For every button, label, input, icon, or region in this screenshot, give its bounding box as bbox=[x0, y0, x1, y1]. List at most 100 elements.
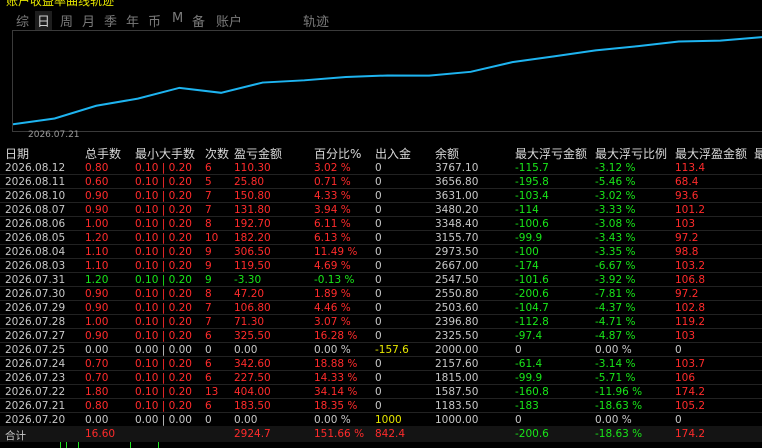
cell-0: 2026.07.22 bbox=[5, 386, 66, 398]
cell-2: 0.10 | 0.20 bbox=[135, 246, 192, 258]
table-row[interactable]: 2026.07.31 1.20 0.10 | 0.20 9 -3.30 -0.13 % 0 2… bbox=[0, 273, 762, 287]
table-row[interactable]: 2026.07.25 0.00 0.00 | 0.00 0 0.00 0.00 % -157… bbox=[0, 343, 762, 357]
table-row[interactable]: 2026.08.04 1.10 0.10 | 0.20 9 306.50 11.49 % 0… bbox=[0, 245, 762, 259]
period-tab-7[interactable]: M bbox=[172, 11, 183, 26]
period-tab-0[interactable]: 综 bbox=[16, 11, 29, 30]
table-row[interactable]: 2026.07.23 0.70 0.10 | 0.20 6 227.50 14.33 % 0… bbox=[0, 371, 762, 385]
cell-0: 2026.07.31 bbox=[5, 274, 66, 286]
column-header-1[interactable]: 总手数 bbox=[85, 145, 121, 162]
cell-1: 1.00 bbox=[85, 316, 109, 328]
period-tab-3[interactable]: 月 bbox=[82, 11, 95, 30]
cell-3: 7 bbox=[205, 190, 212, 202]
cell-7: 2973.50 bbox=[435, 246, 479, 258]
cell-8: -100 bbox=[515, 246, 539, 258]
equity-point-17 bbox=[719, 39, 722, 42]
cell-4: 150.80 bbox=[234, 190, 271, 202]
table-row[interactable]: 2026.07.28 1.00 0.10 | 0.20 7 71.30 3.07 % 0 23… bbox=[0, 315, 762, 329]
cell-5: 4.69 % bbox=[314, 260, 351, 272]
table-row[interactable]: 2026.07.29 0.90 0.10 | 0.20 7 106.80 4.46 % 0 2… bbox=[0, 301, 762, 315]
cell-5: 1.89 % bbox=[314, 288, 351, 300]
cell-9: 0.00 % bbox=[595, 414, 632, 426]
table-row[interactable]: 2026.07.24 0.70 0.10 | 0.20 6 342.60 18.88 % 0… bbox=[0, 357, 762, 371]
table-row[interactable]: 2026.07.21 0.80 0.10 | 0.20 6 183.50 18.35 % 0… bbox=[0, 399, 762, 413]
cell-1: 0.80 bbox=[85, 400, 109, 412]
cell-7: 1000.00 bbox=[435, 414, 479, 426]
table-row[interactable]: 2026.07.27 0.90 0.10 | 0.20 6 325.50 16.28 % 0… bbox=[0, 329, 762, 343]
cell-4: 47.20 bbox=[234, 288, 265, 300]
cell-7: 2396.80 bbox=[435, 316, 479, 328]
table-row[interactable]: 2026.07.20 0.00 0.00 | 0.00 0 0.00 0.00 % 1000… bbox=[0, 413, 762, 427]
cell-10: 103.7 bbox=[675, 358, 706, 370]
cell-1: 0.00 bbox=[85, 414, 109, 426]
cell-10: 119.2 bbox=[675, 316, 706, 328]
column-header-3[interactable]: 次数 bbox=[205, 145, 229, 162]
column-header-5[interactable]: 百分比% bbox=[314, 145, 361, 162]
column-header-9[interactable]: 最大浮亏比例 bbox=[595, 145, 667, 162]
table-row[interactable]: 2026.08.07 0.90 0.10 | 0.20 7 131.80 3.94 % 0 3… bbox=[0, 203, 762, 217]
equity-point-15 bbox=[636, 45, 638, 48]
cell-8: -114 bbox=[515, 204, 539, 216]
cell-8: -103.4 bbox=[515, 190, 549, 202]
column-header-0[interactable]: 日期 bbox=[5, 145, 29, 162]
table-row[interactable]: 2026.07.30 0.90 0.10 | 0.20 8 47.20 1.89 % 0 25… bbox=[0, 287, 762, 301]
cell-5: 3.07 % bbox=[314, 316, 351, 328]
table-row[interactable]: 2026.08.05 1.20 0.10 | 0.20 10 182.20 6.13 % 0… bbox=[0, 231, 762, 245]
cell-6: 1000 bbox=[375, 414, 402, 426]
period-tab-5[interactable]: 年 bbox=[126, 11, 139, 30]
table-row[interactable]: 2026.08.12 0.80 0.10 | 0.20 6 110.30 3.02 % 0 3… bbox=[0, 161, 762, 175]
period-tab-1[interactable]: 日 bbox=[35, 11, 53, 30]
cell-9: -3.35 % bbox=[595, 246, 636, 258]
column-header-2[interactable]: 最小大手数 bbox=[135, 145, 195, 162]
total-cell-10: 174.2 bbox=[675, 428, 706, 440]
cell-5: 3.02 % bbox=[314, 162, 351, 174]
cell-2: 0.10 | 0.20 bbox=[135, 260, 192, 272]
period-tab-2[interactable]: 周 bbox=[60, 11, 73, 30]
cell-0: 2026.08.05 bbox=[5, 232, 66, 244]
cell-8: -183 bbox=[515, 400, 539, 412]
equity-curve-chart bbox=[12, 30, 762, 132]
cell-4: 119.50 bbox=[234, 260, 271, 272]
cell-8: -160.8 bbox=[515, 386, 549, 398]
equity-point-16 bbox=[677, 40, 680, 43]
table-row[interactable]: 2026.07.22 1.80 0.10 | 0.20 13 404.00 34.14 %… bbox=[0, 385, 762, 399]
period-tab-6[interactable]: 币 bbox=[148, 11, 161, 30]
table-row[interactable]: 2026.08.11 0.60 0.10 | 0.20 5 25.80 0.71 % 0 36… bbox=[0, 175, 762, 189]
cell-6: 0 bbox=[375, 176, 382, 188]
cell-7: 3767.10 bbox=[435, 162, 479, 174]
column-header-11[interactable]: 最 bbox=[754, 145, 762, 162]
column-header-7[interactable]: 余额 bbox=[435, 145, 459, 162]
cell-9: -6.67 % bbox=[595, 260, 636, 272]
cell-9: -3.92 % bbox=[595, 274, 636, 286]
cell-0: 2026.08.03 bbox=[5, 260, 66, 272]
cell-5: 0.00 % bbox=[314, 344, 351, 356]
cell-3: 6 bbox=[205, 400, 212, 412]
cell-3: 8 bbox=[205, 218, 212, 230]
cell-6: 0 bbox=[375, 162, 382, 174]
cell-6: 0 bbox=[375, 288, 382, 300]
cell-8: -200.6 bbox=[515, 288, 549, 300]
total-cell-0: 合计 bbox=[5, 430, 26, 442]
table-row[interactable]: 2026.08.06 1.00 0.10 | 0.20 8 192.70 6.11 % 0 3… bbox=[0, 217, 762, 231]
cell-9: -5.46 % bbox=[595, 176, 636, 188]
column-header-4[interactable]: 盈亏金额 bbox=[234, 145, 282, 162]
cell-7: 2547.50 bbox=[435, 274, 479, 286]
period-tab-4[interactable]: 季 bbox=[104, 11, 117, 30]
cell-8: -99.9 bbox=[515, 232, 543, 244]
cell-2: 0.10 | 0.20 bbox=[135, 372, 192, 384]
period-tab-8[interactable]: 备 bbox=[192, 11, 205, 30]
cell-9: -18.63 % bbox=[595, 400, 643, 412]
table-row[interactable]: 2026.08.10 0.90 0.10 | 0.20 7 150.80 4.33 % 0 3… bbox=[0, 189, 762, 203]
cell-10: 103 bbox=[675, 218, 696, 230]
cell-7: 3631.00 bbox=[435, 190, 479, 202]
equity-point-3 bbox=[137, 97, 139, 100]
cell-7: 3348.40 bbox=[435, 218, 479, 230]
cell-10: 101.2 bbox=[675, 204, 706, 216]
equity-point-14 bbox=[594, 49, 597, 52]
column-header-10[interactable]: 最大浮盈金额 bbox=[675, 145, 747, 162]
cell-10: 97.2 bbox=[675, 288, 699, 300]
table-row[interactable]: 2026.08.03 1.10 0.10 | 0.20 9 119.50 4.69 % 0 2… bbox=[0, 259, 762, 273]
period-tab-9[interactable]: 账户 bbox=[216, 11, 242, 30]
column-header-8[interactable]: 最大浮亏金额 bbox=[515, 145, 587, 162]
cell-9: -3.12 % bbox=[595, 162, 636, 174]
column-header-6[interactable]: 出入金 bbox=[375, 145, 411, 162]
